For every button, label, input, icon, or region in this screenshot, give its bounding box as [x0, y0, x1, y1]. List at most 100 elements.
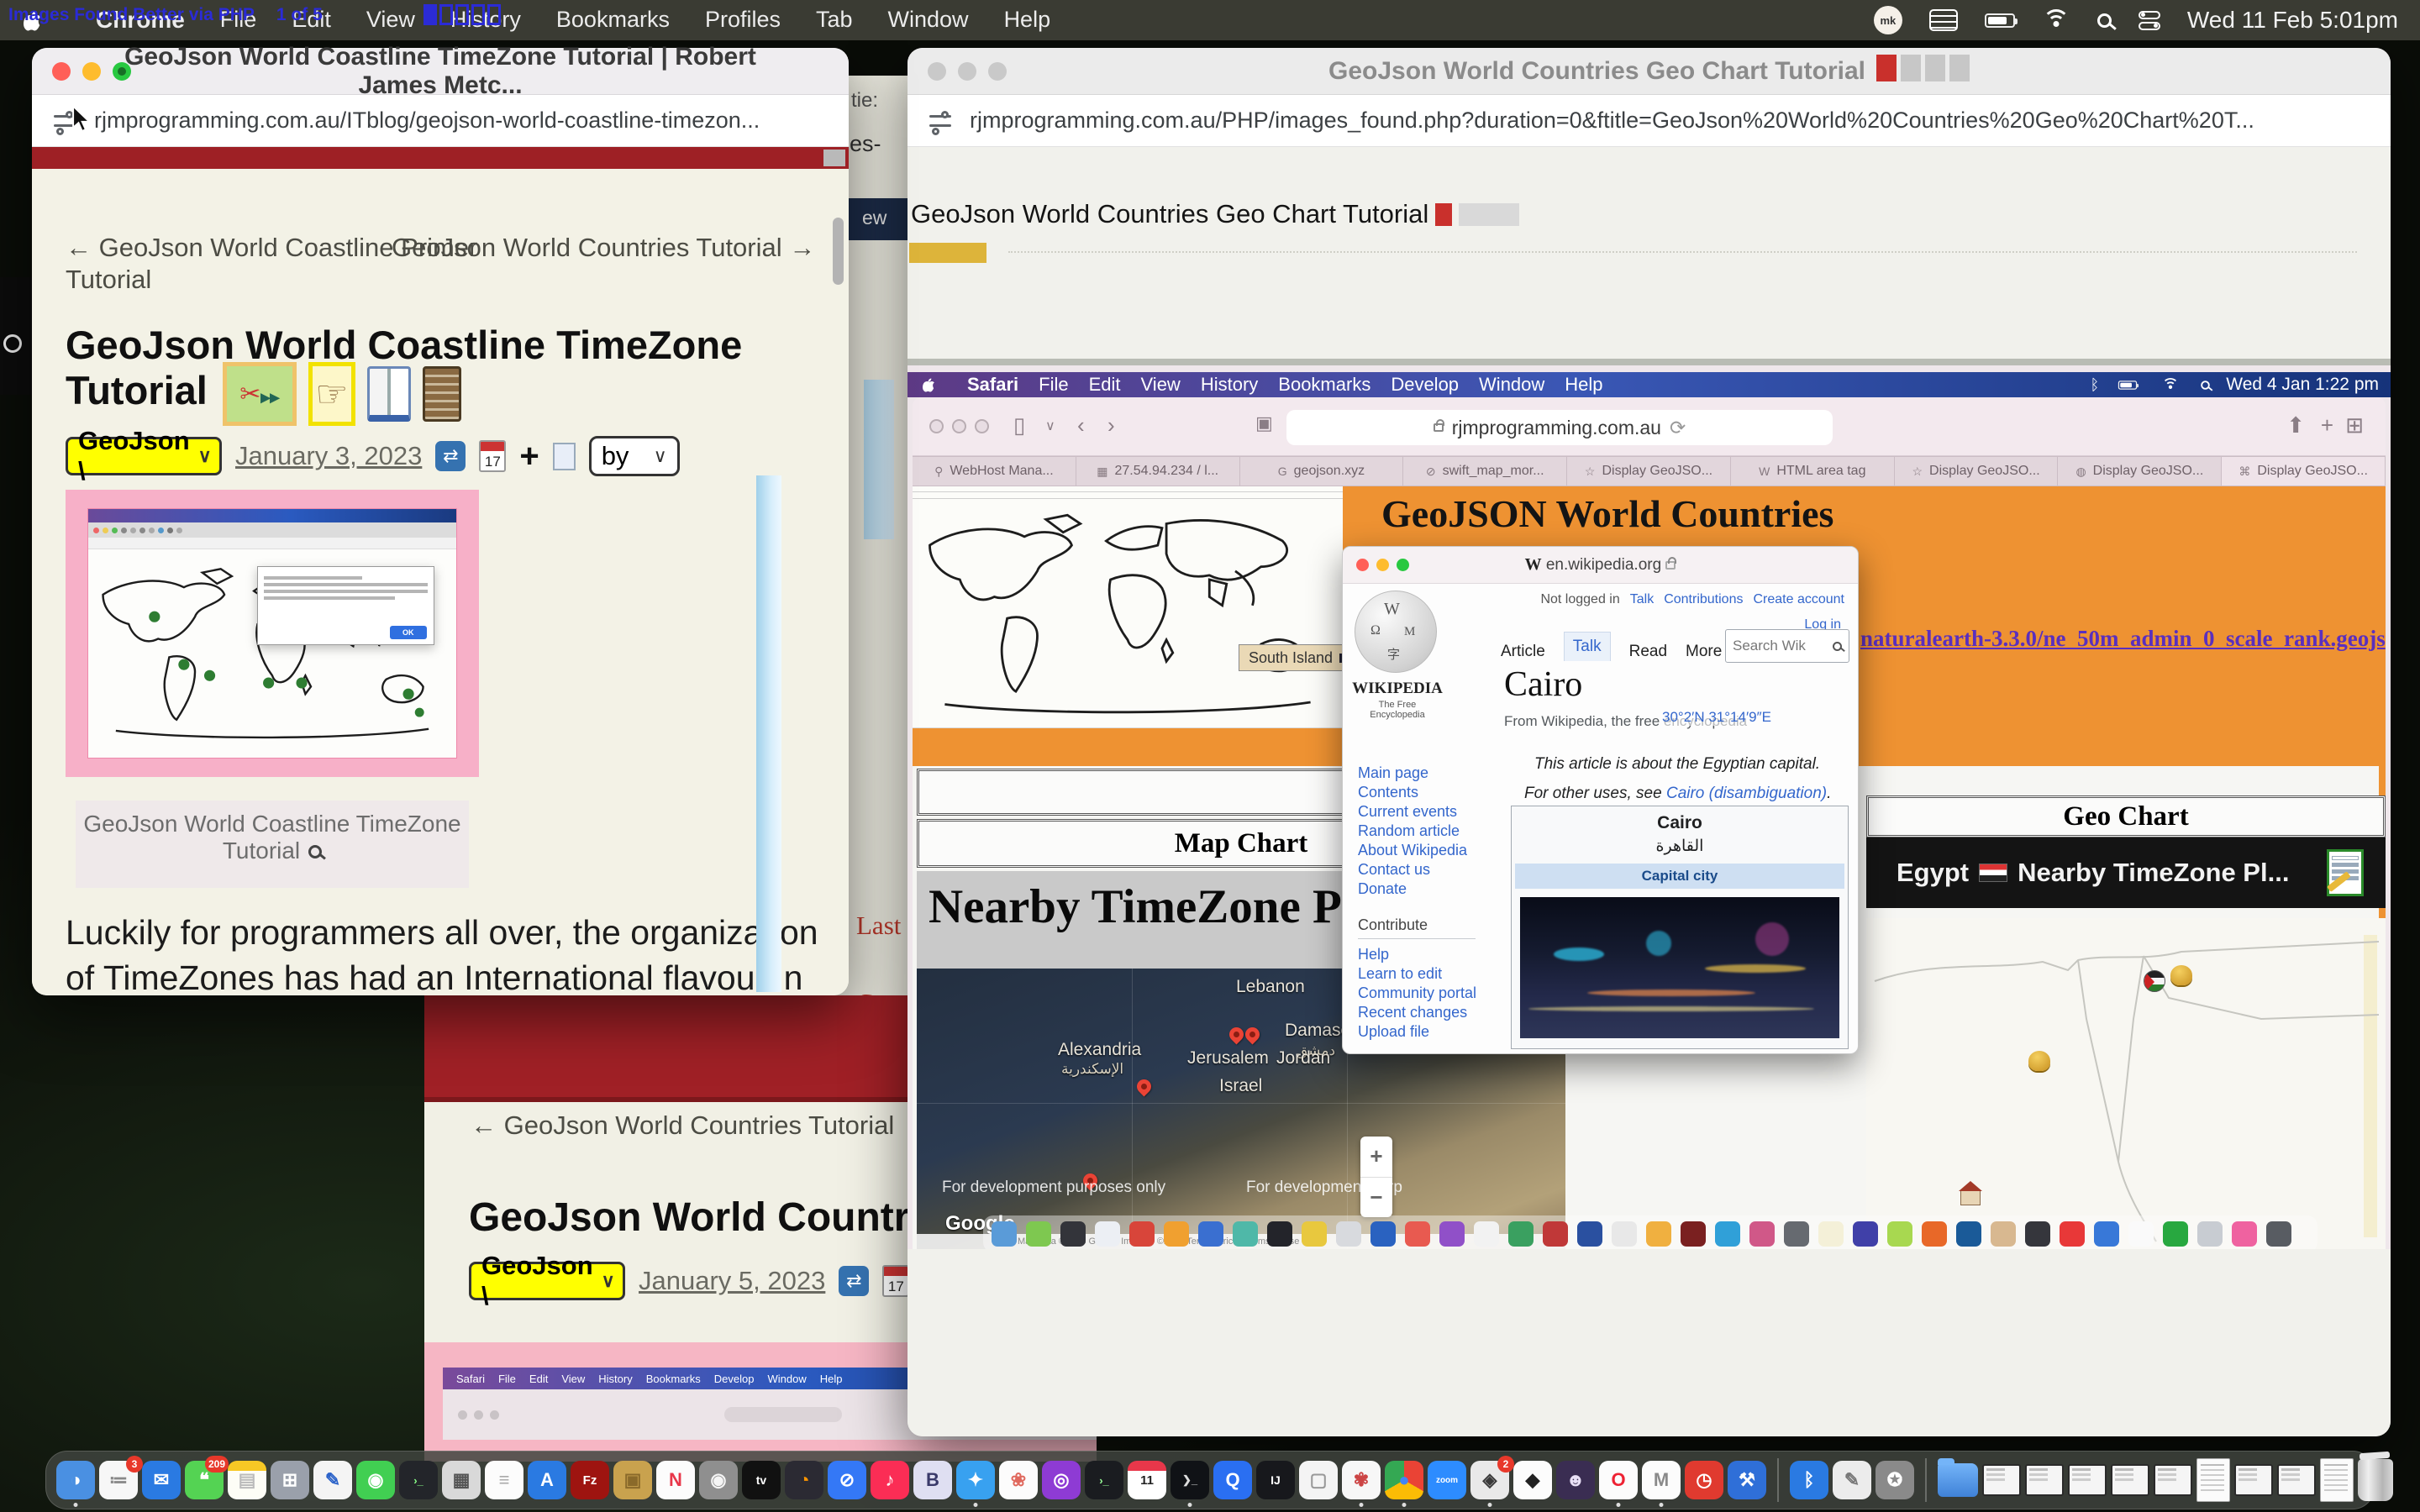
dock-icon-iterm[interactable]: ❯_: [1171, 1461, 1209, 1499]
minimized-window[interactable]: [2025, 1464, 2064, 1496]
chrome-window-geo-chart[interactable]: GeoJson World Countries Geo Chart Tutori…: [908, 48, 2391, 1436]
tab-talk[interactable]: Talk: [1564, 632, 1611, 661]
bell-marker-icon[interactable]: [2028, 1051, 2050, 1071]
dock-icon-podcasts[interactable]: ◎: [1042, 1461, 1081, 1499]
address-bar[interactable]: rjmprogramming.com.au/ITblog/geojson-wor…: [32, 95, 849, 147]
pointing-finger-icon[interactable]: ☞: [308, 362, 355, 426]
wiki-top-link[interactable]: Create account: [1753, 592, 1844, 607]
geo-chart-map[interactable]: [1866, 918, 2386, 1249]
dock-icon-speed-gauge[interactable]: ◷: [1685, 1461, 1723, 1499]
minimized-window[interactable]: [2277, 1464, 2316, 1496]
battery-icon[interactable]: [1985, 13, 2015, 28]
dock-icon-annotate[interactable]: ✎: [1833, 1461, 1871, 1499]
dock-icon-reminders[interactable]: ≔3: [99, 1461, 138, 1499]
wikipedia-globe-logo[interactable]: W Ω M 字: [1355, 591, 1437, 673]
wikipedia-titlebar[interactable]: W en.wikipedia.org: [1343, 547, 1858, 584]
keyboard-icon[interactable]: [1929, 9, 1958, 31]
map-pin-icon[interactable]: [1242, 1024, 1262, 1044]
menu-item-bookmarks[interactable]: Bookmarks: [556, 7, 670, 34]
bell-marker-icon[interactable]: [2170, 965, 2192, 985]
dock-icon-quicktime[interactable]: Q: [1213, 1461, 1252, 1499]
dock-icon-facetime[interactable]: ◉: [356, 1461, 395, 1499]
category-select[interactable]: GeoJson \∨: [66, 437, 222, 475]
wiki-sidebar-link[interactable]: About Wikipedia: [1358, 841, 1467, 860]
dock-icon-terminal-2[interactable]: ›_: [1085, 1461, 1123, 1499]
tune-icon[interactable]: [929, 110, 951, 132]
zoom-out-button[interactable]: −: [1360, 1178, 1392, 1218]
dock-icon-messages[interactable]: ❝209: [185, 1461, 224, 1499]
dock-icon-app-store[interactable]: A: [528, 1461, 566, 1499]
menu-clock[interactable]: Wed 11 Feb 5:01pm: [2187, 7, 2398, 34]
dock-icon-photos[interactable]: ❀: [999, 1461, 1038, 1499]
post-date-link[interactable]: January 5, 2023: [639, 1266, 825, 1296]
zoom-in-button[interactable]: +: [1360, 1137, 1392, 1178]
wiki-contribute-link[interactable]: Learn to edit: [1358, 964, 1476, 984]
dock-icon-opera[interactable]: O: [1599, 1461, 1638, 1499]
dock-icon-intellij-idea[interactable]: IJ: [1256, 1461, 1295, 1499]
prev-post-link-line2[interactable]: Tutorial: [66, 265, 151, 295]
dock-icon-mail[interactable]: ✉: [142, 1461, 181, 1499]
dock-icon-gold-app[interactable]: ▣: [613, 1461, 652, 1499]
category-select[interactable]: GeoJson \∨: [469, 1262, 625, 1300]
dock-icon-gimp[interactable]: ◉: [699, 1461, 738, 1499]
minimized-window[interactable]: [1982, 1464, 2021, 1496]
map-pin-icon[interactable]: [1134, 1076, 1154, 1096]
dock-icon-inkscape[interactable]: ◆: [1513, 1461, 1552, 1499]
minimized-window[interactable]: [2154, 1464, 2192, 1496]
wiki-contribute-link[interactable]: Upload file: [1358, 1022, 1476, 1042]
safari-tab[interactable]: ⊘swift_map_mor...: [1403, 457, 1567, 486]
geojson-link[interactable]: naturalearth-3.3.0/ne_50m_admin_0_scale_…: [1860, 626, 2386, 652]
safari-tab[interactable]: ⚲WebHost Mana...: [913, 457, 1076, 486]
document-icon[interactable]: [553, 443, 576, 470]
dock-icon-bluetooth[interactable]: ᛒ: [1790, 1461, 1828, 1499]
flag-marker-icon[interactable]: [2144, 970, 2165, 992]
safari-tab[interactable]: ⌘Display GeoJSO...: [2222, 457, 2386, 486]
menu-item-tab[interactable]: Tab: [816, 7, 853, 34]
post-date-link[interactable]: January 3, 2023: [235, 441, 422, 471]
dock-icon-launchpad[interactable]: ⊞: [271, 1461, 309, 1499]
dock-icon-filezilla[interactable]: Fz: [571, 1461, 609, 1499]
dock-icon-bear[interactable]: ☻: [1556, 1461, 1595, 1499]
notepad-pencil-icon[interactable]: [2327, 849, 2364, 896]
search-icon[interactable]: [1833, 642, 1842, 651]
dock-icon-terminal[interactable]: ›_: [399, 1461, 438, 1499]
dock-icon-paintbrush[interactable]: ✾: [1342, 1461, 1381, 1499]
spotlight-icon[interactable]: [2097, 13, 2112, 28]
control-center-icon[interactable]: [2139, 11, 2160, 30]
dock-icon-music[interactable]: ♪: [871, 1461, 909, 1499]
scrollbar-thumb[interactable]: [833, 218, 844, 285]
dock-icon-notes[interactable]: ▤: [228, 1461, 266, 1499]
address-bar[interactable]: rjmprogramming.com.au/PHP/images_found.p…: [908, 95, 2391, 147]
map-zoom-control[interactable]: + −: [1360, 1137, 1392, 1217]
scissors-runners-icon[interactable]: ✂▸▸: [223, 362, 297, 426]
dock-icon-build-tool[interactable]: ⚒: [1728, 1461, 1766, 1499]
tab-read[interactable]: Read: [1629, 643, 1667, 661]
safari-tab[interactable]: ☆Display GeoJSO...: [1567, 457, 1731, 486]
film-reel-icon[interactable]: [423, 366, 461, 422]
post-figure-thumbnail[interactable]: OK: [66, 490, 479, 777]
calendar-icon[interactable]: 17: [479, 440, 506, 472]
dock-icon-mamp[interactable]: M: [1642, 1461, 1681, 1499]
dock-icon-news[interactable]: N: [656, 1461, 695, 1499]
dock-icon-preview[interactable]: ▢: [1299, 1461, 1338, 1499]
dock-icon-screen-time[interactable]: ⊘: [828, 1461, 866, 1499]
dock-icon-textedit[interactable]: ≡: [485, 1461, 523, 1499]
wiki-sidebar-link[interactable]: Contents: [1358, 783, 1467, 802]
wiki-contribute-link[interactable]: Help: [1358, 945, 1476, 964]
dock-icon-drawing-app[interactable]: ✎: [313, 1461, 352, 1499]
magnifier-icon[interactable]: [308, 845, 322, 858]
minimized-window[interactable]: [2234, 1464, 2273, 1496]
safari-tab[interactable]: ☆Display GeoJSO...: [1895, 457, 2059, 486]
wikipedia-window[interactable]: W en.wikipedia.org Not logged inTalkCont…: [1342, 546, 1859, 1054]
minimized-window[interactable]: [2068, 1464, 2107, 1496]
wiki-contribute-link[interactable]: Community portal: [1358, 984, 1476, 1003]
url-text[interactable]: rjmprogramming.com.au/ITblog/geojson-wor…: [94, 108, 760, 134]
house-marker-icon[interactable]: [1960, 1190, 1981, 1205]
wiki-coordinates-link[interactable]: 30°2′N 31°14′9″E: [1662, 709, 1771, 726]
next-post-link[interactable]: GeoJson World Countries Tutorial →: [392, 233, 815, 263]
dock-icon-chrome[interactable]: ●: [1385, 1461, 1423, 1499]
trash[interactable]: [2358, 1459, 2393, 1501]
wiki-sidebar-link[interactable]: Main page: [1358, 764, 1467, 783]
by-select[interactable]: by∨: [589, 436, 680, 476]
disambiguation-link[interactable]: Cairo (disambiguation): [1666, 785, 1827, 802]
